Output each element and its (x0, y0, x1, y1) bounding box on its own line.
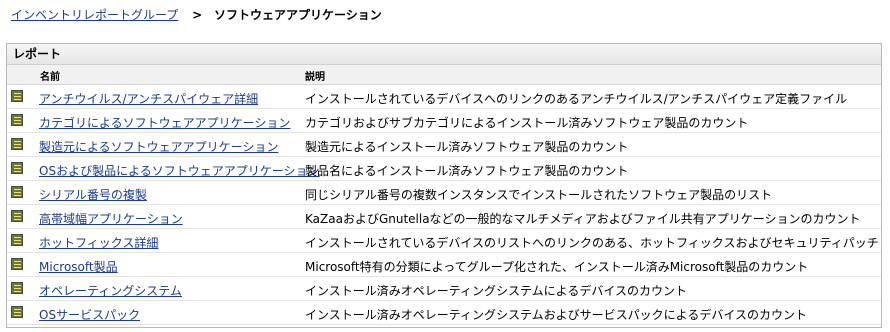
breadcrumb-link-inventory-report-group[interactable]: インベントリレポートグループ (11, 8, 178, 22)
report-description: 製造元によるインストール済みソフトウェア製品のカウント (305, 140, 629, 154)
table-row: ホットフィックス詳細 インストールされているデバイスのリストへのリンクのある、ホ… (7, 229, 881, 253)
breadcrumb-current-page: ソフトウェアアプリケーション (214, 8, 382, 22)
report-link[interactable]: カテゴリによるソフトウェアアプリケーション (39, 114, 290, 131)
table-row: OSおよび製品によるソフトウェアアプリケーション 製品名によるインストール済みソ… (7, 157, 881, 181)
report-icon (11, 114, 23, 126)
report-link[interactable]: ホットフィックス詳細 (39, 234, 158, 251)
table-row: オペレーティングシステム インストール済みオペレーティングシステムによるデバイス… (7, 277, 881, 301)
report-description: 製品名によるインストール済みソフトウェア製品のカウント (305, 164, 629, 178)
report-icon (11, 282, 23, 294)
report-link[interactable]: シリアル番号の複製 (39, 186, 147, 203)
table-row: Microsoft製品 Microsoft特有の分類によってグループ化された、イ… (7, 253, 881, 277)
report-icon (11, 90, 23, 102)
report-description: インストール済みオペレーティングシステムおよびサービスパックによるデバイスのカウ… (305, 308, 807, 322)
report-description: カテゴリおよびサブカテゴリによるインストール済みソフトウェア製品のカウント (305, 116, 749, 130)
report-link[interactable]: OSおよび製品によるソフトウェアアプリケーション (39, 162, 319, 179)
report-description: Microsoft特有の分類によってグループ化された、インストール済みMicro… (305, 260, 809, 274)
report-icon (11, 258, 23, 270)
table-row: シリアル番号の複製 同じシリアル番号の複数インスタンスでインストールされたソフト… (7, 181, 881, 205)
table-row: OSサービスパック インストール済みオペレーティングシステムおよびサービスパック… (7, 301, 881, 325)
report-icon (11, 162, 23, 174)
report-link[interactable]: 高帯域幅アプリケーション (39, 210, 183, 227)
table-row: カテゴリによるソフトウェアアプリケーション カテゴリおよびサブカテゴリによるイン… (7, 109, 881, 133)
table-row: 製造元によるソフトウェアアプリケーション 製造元によるインストール済みソフトウェ… (7, 133, 881, 157)
report-icon (11, 138, 23, 150)
report-description: インストールされているデバイスへのリンクのあるアンチウイルス/アンチスパイウェア… (305, 92, 848, 106)
column-header-description: 説明 (305, 72, 325, 83)
panel-title: レポート (7, 44, 881, 65)
report-icon (11, 210, 23, 222)
report-description: インストールされているデバイスのリストへのリンクのある、ホットフィックスおよびセ… (305, 236, 879, 250)
report-description: インストール済みオペレーティングシステムによるデバイスのカウント (305, 284, 687, 298)
column-header-name: 名前 (40, 72, 60, 83)
table-row: 高帯域幅アプリケーション KaZaaおよびGnutellaなどの一般的なマルチメ… (7, 205, 881, 229)
report-link[interactable]: オペレーティングシステム (39, 282, 182, 299)
table-row: アンチウイルス/アンチスパイウェア詳細 インストールされているデバイスへのリンク… (7, 85, 881, 109)
report-icon (11, 186, 23, 198)
breadcrumb-separator: > (192, 8, 203, 22)
report-description: KaZaaおよびGnutellaなどの一般的なマルチメディアおよびファイル共有ア… (305, 212, 861, 226)
report-icon (11, 306, 23, 318)
report-link[interactable]: アンチウイルス/アンチスパイウェア詳細 (39, 90, 258, 107)
column-header-row: 名前 説明 (7, 65, 881, 85)
report-link[interactable]: Microsoft製品 (39, 258, 118, 275)
report-icon (11, 234, 23, 246)
report-link[interactable]: OSサービスパック (39, 306, 140, 323)
report-description: 同じシリアル番号の複数インスタンスでインストールされたソフトウェア製品のリスト (305, 188, 773, 202)
reports-panel: レポート 名前 説明 アンチウイルス/アンチスパイウェア詳細 インストールされて… (6, 43, 882, 328)
breadcrumb: インベントリレポートグループ > ソフトウェアアプリケーション (11, 6, 382, 24)
report-link[interactable]: 製造元によるソフトウェアアプリケーション (39, 138, 278, 155)
